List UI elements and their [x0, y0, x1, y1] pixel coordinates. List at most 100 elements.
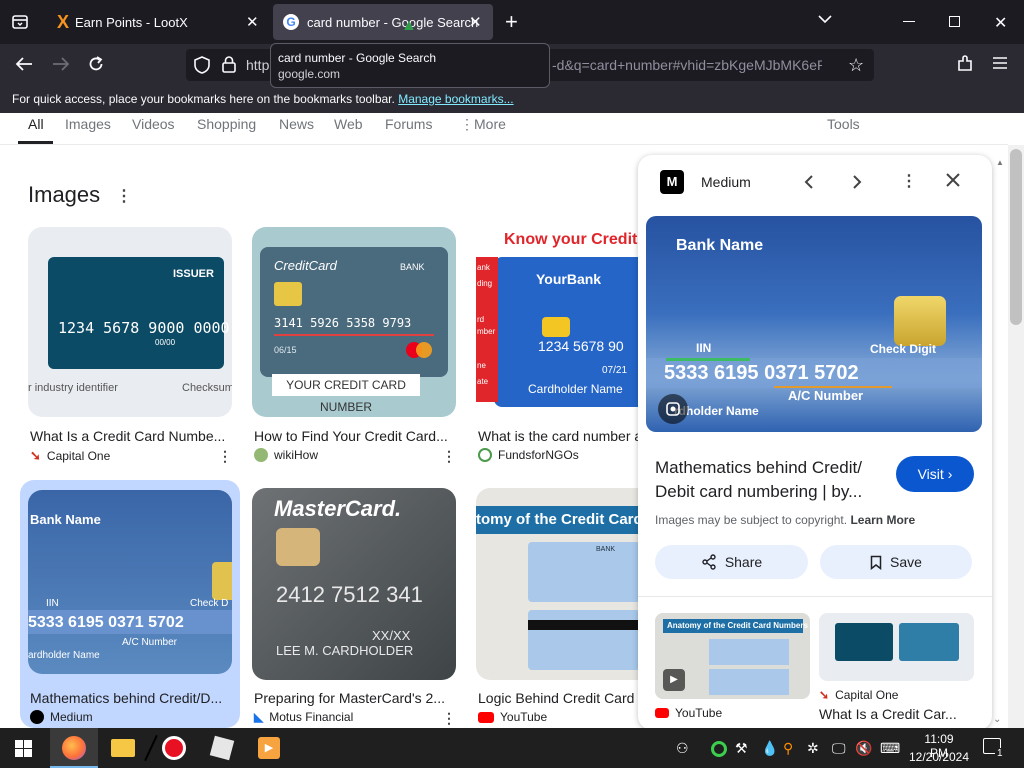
- result-more-kebab-icon[interactable]: ⋮: [218, 448, 232, 465]
- tab-images[interactable]: Images: [65, 116, 111, 132]
- shield-icon[interactable]: [194, 56, 210, 74]
- result-caption[interactable]: What is the card number a: [478, 428, 640, 444]
- thumb-card: [709, 639, 789, 665]
- preview-image[interactable]: Bank Name IIN Check Digit 5333 6195 0371…: [646, 216, 982, 432]
- bookmark-star-icon[interactable]: ☆: [848, 55, 864, 76]
- tab-videos[interactable]: Videos: [132, 116, 175, 132]
- thumb-card: [835, 623, 893, 661]
- result-source[interactable]: YouTube: [478, 710, 547, 724]
- result-caption[interactable]: Logic Behind Credit Card: [478, 690, 640, 706]
- related-thumb[interactable]: Anatomy of the Credit Card Numbers ▶: [655, 613, 810, 699]
- extensions-icon[interactable]: [956, 55, 974, 73]
- fundsforngos-icon: [478, 448, 492, 462]
- result-caption[interactable]: Mathematics behind Credit/D...: [30, 690, 230, 706]
- bookmarks-hint: For quick access, place your bookmarks h…: [12, 92, 395, 106]
- tools-button[interactable]: Tools: [827, 116, 860, 132]
- panel-site-name[interactable]: Medium: [701, 174, 751, 190]
- save-button[interactable]: Save: [820, 545, 972, 579]
- image-result-thumb[interactable]: Bank Name IIN Check D 5333 6195 0371 570…: [28, 490, 232, 674]
- panel-scroll-up-icon[interactable]: ▲: [996, 158, 1004, 167]
- forward-arrow-icon[interactable]: [52, 56, 70, 72]
- learn-more-link[interactable]: Learn More: [850, 513, 915, 527]
- windows-start-icon[interactable]: [15, 740, 32, 757]
- result-source[interactable]: ➘ Capital One: [30, 448, 110, 464]
- screen-recorder-icon[interactable]: [162, 736, 186, 760]
- tab-forums[interactable]: Forums: [385, 116, 432, 132]
- reload-icon[interactable]: [87, 55, 105, 73]
- result-source[interactable]: FundsforNGOs: [478, 448, 579, 462]
- image-result-thumb[interactable]: ISSUER 1234 5678 9000 0000 00/00 r indus…: [28, 227, 232, 417]
- source-name: Capital One: [46, 449, 111, 463]
- people-icon[interactable]: ⚇: [676, 740, 689, 757]
- tray-sparkle-icon[interactable]: ✲: [807, 740, 819, 757]
- tab-all[interactable]: All: [28, 116, 44, 132]
- close-tab-icon[interactable]: ✕: [469, 15, 482, 30]
- tab-lootx[interactable]: X Earn Points - LootX ✕: [43, 4, 270, 40]
- panel-scroll-down-icon[interactable]: ⌄: [993, 714, 1001, 725]
- tab-overview-icon[interactable]: [10, 12, 30, 32]
- keyboard-icon[interactable]: ⌨: [880, 740, 900, 757]
- panel-more-kebab-icon[interactable]: ⋮: [901, 171, 917, 191]
- tab-shopping[interactable]: Shopping: [197, 116, 256, 132]
- callout-text: rd: [477, 315, 485, 324]
- tab-more[interactable]: More: [474, 116, 506, 132]
- result-more-kebab-icon[interactable]: ⋮: [442, 448, 456, 465]
- roblox-icon[interactable]: [209, 735, 235, 761]
- tray-search-icon[interactable]: ⚲: [783, 740, 793, 757]
- result-caption[interactable]: What Is a Credit Card Numbe...: [30, 428, 230, 444]
- tab-web[interactable]: Web: [334, 116, 363, 132]
- new-tab-button[interactable]: +: [505, 11, 518, 33]
- image-result-thumb[interactable]: MasterCard. 2412 7512 341 XX/XX LEE M. C…: [252, 488, 456, 680]
- result-source[interactable]: Medium: [30, 710, 93, 724]
- manage-bookmarks-link[interactable]: Manage bookmarks...: [398, 92, 513, 106]
- tray-drop-icon[interactable]: 💧: [761, 740, 778, 757]
- file-explorer-icon[interactable]: [111, 739, 135, 757]
- volume-muted-icon[interactable]: 🔇: [855, 740, 872, 757]
- related-caption[interactable]: What Is a Credit Car...: [819, 706, 957, 722]
- minimize-button[interactable]: [903, 21, 915, 22]
- tray-green-icon[interactable]: [711, 741, 727, 757]
- panel-title[interactable]: Mathematics behind Credit/ Debit card nu…: [655, 456, 891, 504]
- card-exp: 06/15: [274, 345, 297, 355]
- tab-news[interactable]: News: [279, 116, 314, 132]
- play-icon[interactable]: ▶: [663, 669, 685, 691]
- tab-google-search[interactable]: G card number - Google Search ▲ ✕: [273, 4, 493, 40]
- result-caption[interactable]: How to Find Your Credit Card...: [254, 428, 454, 444]
- prev-chevron-icon[interactable]: [804, 174, 814, 190]
- source-name: Capital One: [835, 688, 899, 702]
- restore-button[interactable]: [949, 16, 960, 27]
- clock-date[interactable]: 12/20/2024: [908, 750, 970, 764]
- callout-text: mber: [477, 327, 496, 336]
- card-holder: LEE M. CARDHOLDER: [276, 643, 414, 658]
- panel-close-icon[interactable]: [945, 172, 961, 188]
- list-tabs-chevron-icon[interactable]: [818, 14, 832, 24]
- next-chevron-icon[interactable]: [852, 174, 862, 190]
- close-window-button[interactable]: ✕: [994, 13, 1007, 33]
- card-acct: A/C Number: [122, 637, 178, 648]
- page-scrollbar[interactable]: [1008, 145, 1024, 728]
- lock-icon[interactable]: [222, 56, 236, 73]
- result-source[interactable]: wikiHow: [254, 448, 318, 462]
- image-result-thumb[interactable]: tomy of the Credit Card BANK: [476, 488, 644, 680]
- firefox-icon[interactable]: [62, 736, 86, 760]
- image-result-thumb[interactable]: Know your Credit YourBank 1234 5678 90 0…: [476, 227, 644, 417]
- network-icon[interactable]: 🖵: [832, 740, 846, 757]
- related-source[interactable]: YouTube: [655, 706, 722, 720]
- media-player-icon[interactable]: ▶: [258, 737, 280, 759]
- card-header: tomy of the Credit Card: [476, 511, 643, 528]
- tray-tools-icon[interactable]: ⚒: [735, 740, 748, 757]
- image-result-thumb[interactable]: CreditCard BANK 3141 5926 5358 9793 06/1…: [252, 227, 456, 417]
- visit-button[interactable]: Visit ›: [896, 456, 974, 492]
- result-more-kebab-icon[interactable]: ⋮: [442, 710, 456, 727]
- lens-search-icon[interactable]: [658, 394, 688, 424]
- related-source[interactable]: ➘ Capital One: [819, 688, 898, 702]
- menu-hamburger-icon[interactable]: [993, 57, 1007, 69]
- related-thumb[interactable]: [819, 613, 974, 681]
- scrollbar-thumb[interactable]: [1010, 149, 1022, 325]
- result-caption[interactable]: Preparing for MasterCard's 2...: [254, 690, 454, 706]
- share-button[interactable]: Share: [655, 545, 808, 579]
- back-arrow-icon[interactable]: [15, 56, 33, 72]
- images-section-kebab-icon[interactable]: ⋮: [116, 186, 132, 206]
- result-source[interactable]: ◣ Motus Financial: [254, 710, 353, 724]
- close-tab-icon[interactable]: ✕: [246, 15, 259, 30]
